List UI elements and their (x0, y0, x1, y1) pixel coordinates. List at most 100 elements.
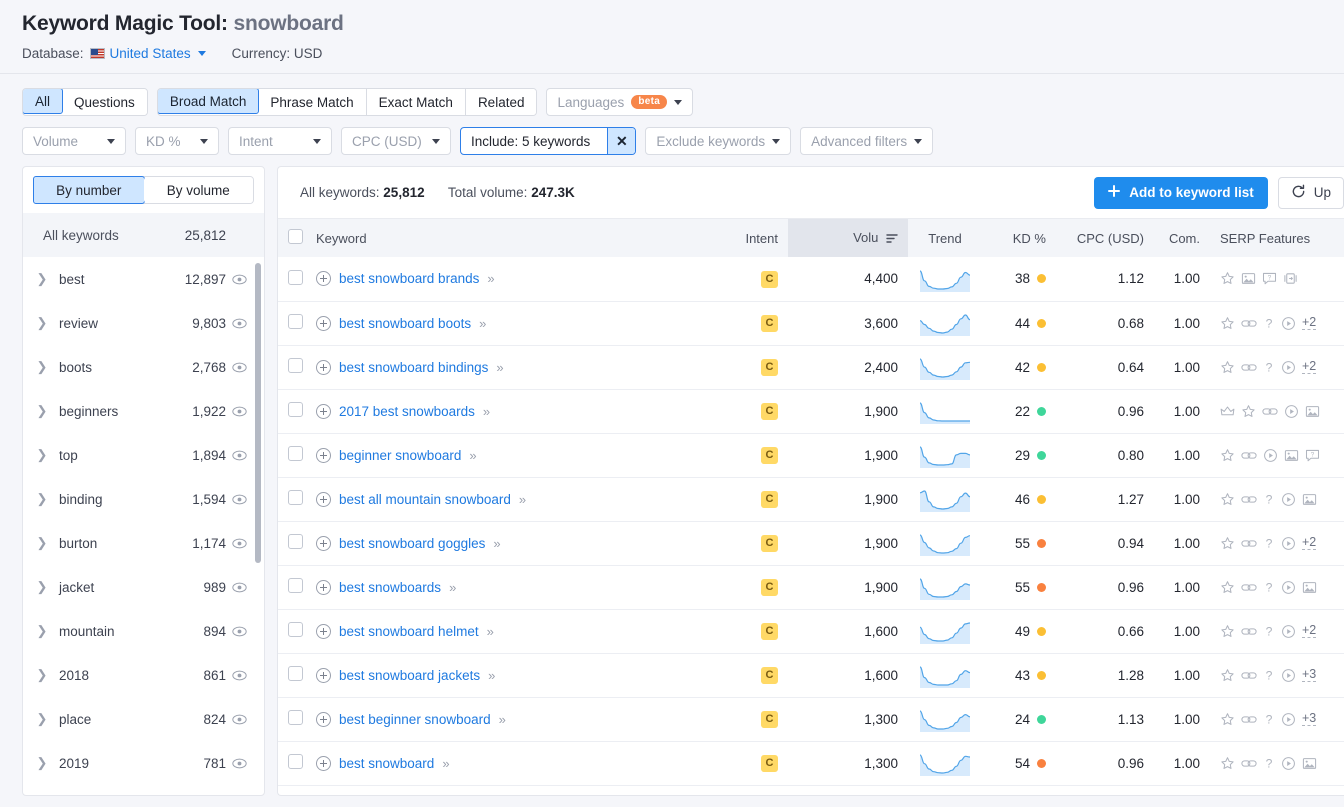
question-icon[interactable]: ? (1263, 360, 1275, 375)
expand-keyword-icon[interactable]: » (442, 756, 448, 771)
expand-keyword-icon[interactable]: » (496, 360, 502, 375)
intent-badge[interactable]: C (761, 711, 778, 728)
eye-icon[interactable] (226, 756, 252, 771)
link-icon[interactable] (1241, 536, 1257, 551)
intent-badge[interactable]: C (761, 491, 778, 508)
star-icon[interactable] (1220, 580, 1235, 595)
add-keyword-icon[interactable] (316, 712, 331, 727)
intent-filter[interactable]: Intent (228, 127, 332, 155)
sidebar-item-jacket[interactable]: ❯jacket989 (23, 565, 264, 609)
expand-keyword-icon[interactable]: » (487, 624, 493, 639)
question-icon[interactable]: ? (1263, 316, 1275, 331)
eye-icon[interactable] (226, 624, 252, 639)
image-icon[interactable] (1284, 448, 1299, 463)
chevron-right-icon[interactable]: ❯ (33, 403, 51, 419)
add-keyword-icon[interactable] (316, 316, 331, 331)
serp-more-link[interactable]: +2 (1302, 360, 1316, 374)
row-checkbox[interactable] (288, 534, 303, 549)
video-icon[interactable] (1281, 624, 1296, 639)
question-icon[interactable]: ? (1263, 712, 1275, 727)
row-checkbox[interactable] (288, 314, 303, 329)
image-icon[interactable] (1302, 492, 1317, 507)
star-icon[interactable] (1220, 712, 1235, 727)
table-row[interactable]: best snowboard»C1,300540.961.00? (278, 741, 1344, 785)
link-icon[interactable] (1241, 624, 1257, 639)
keyword-link[interactable]: best snowboard jackets (339, 668, 480, 683)
chevron-right-icon[interactable]: ❯ (33, 623, 51, 639)
intent-badge[interactable]: C (761, 623, 778, 640)
crown-icon[interactable] (1220, 404, 1235, 419)
question-icon[interactable]: ? (1263, 624, 1275, 639)
eye-icon[interactable] (226, 316, 252, 331)
row-checkbox[interactable] (288, 578, 303, 593)
eye-icon[interactable] (226, 272, 252, 287)
eye-icon[interactable] (226, 360, 252, 375)
video-icon[interactable] (1281, 316, 1296, 331)
sidebar-item-beginners[interactable]: ❯beginners1,922 (23, 389, 264, 433)
sidebar-item-mountain[interactable]: ❯mountain894 (23, 609, 264, 653)
link-icon[interactable] (1241, 448, 1257, 463)
sidebar-item-review[interactable]: ❯review9,803 (23, 301, 264, 345)
table-row[interactable]: best snowboards»C1,900550.961.00? (278, 565, 1344, 609)
add-keyword-icon[interactable] (316, 404, 331, 419)
expand-keyword-icon[interactable]: » (487, 271, 493, 286)
eye-icon[interactable] (226, 712, 252, 727)
add-keyword-icon[interactable] (316, 360, 331, 375)
expand-keyword-icon[interactable]: » (469, 448, 475, 463)
include-keywords-filter[interactable]: Include: 5 keywords ✕ (460, 127, 636, 155)
serp-more-link[interactable]: +3 (1302, 668, 1316, 682)
intent-badge[interactable]: C (761, 403, 778, 420)
video-icon[interactable] (1281, 668, 1296, 683)
column-intent[interactable]: Intent (726, 219, 788, 257)
question-box-icon[interactable]: ? (1262, 271, 1277, 286)
link-icon[interactable] (1241, 492, 1257, 507)
chevron-right-icon[interactable]: ❯ (33, 579, 51, 595)
sidebar-item-all-keywords[interactable]: All keywords 25,812 (23, 213, 264, 257)
link-icon[interactable] (1241, 360, 1257, 375)
eye-icon[interactable] (226, 448, 252, 463)
column-kd[interactable]: KD % (982, 219, 1056, 257)
chevron-right-icon[interactable]: ❯ (33, 667, 51, 683)
star-icon[interactable] (1220, 448, 1235, 463)
video-icon[interactable] (1281, 712, 1296, 727)
row-checkbox[interactable] (288, 446, 303, 461)
intent-badge[interactable]: C (761, 667, 778, 684)
cpc-filter[interactable]: CPC (USD) (341, 127, 451, 155)
link-icon[interactable] (1262, 404, 1278, 419)
star-icon[interactable] (1220, 668, 1235, 683)
question-icon[interactable]: ? (1263, 668, 1275, 683)
sidebar-item-2018[interactable]: ❯2018861 (23, 653, 264, 697)
close-icon[interactable]: ✕ (607, 128, 635, 154)
tab-exact-match[interactable]: Exact Match (367, 89, 466, 115)
video-icon[interactable] (1263, 448, 1278, 463)
chevron-right-icon[interactable]: ❯ (33, 491, 51, 507)
chevron-right-icon[interactable]: ❯ (33, 271, 51, 287)
question-icon[interactable]: ? (1263, 536, 1275, 551)
chevron-right-icon[interactable]: ❯ (33, 359, 51, 375)
sidebar-scrollbar[interactable] (255, 263, 261, 563)
link-icon[interactable] (1241, 668, 1257, 683)
tab-broad-match[interactable]: Broad Match (157, 88, 260, 114)
row-checkbox[interactable] (288, 666, 303, 681)
star-icon[interactable] (1220, 492, 1235, 507)
table-row[interactable]: beginner snowboard»C1,900290.801.00? (278, 433, 1344, 477)
serp-more-link[interactable]: +3 (1302, 712, 1316, 726)
tab-related[interactable]: Related (466, 89, 537, 115)
exclude-keywords-filter[interactable]: Exclude keywords (645, 127, 791, 155)
eye-icon[interactable] (226, 404, 252, 419)
star-icon[interactable] (1220, 271, 1235, 286)
keyword-link[interactable]: best snowboard brands (339, 271, 479, 286)
add-keyword-icon[interactable] (316, 271, 331, 286)
table-row[interactable]: best snowboard jackets»C1,600431.281.00?… (278, 653, 1344, 697)
video-icon[interactable] (1281, 360, 1296, 375)
add-keyword-icon[interactable] (316, 624, 331, 639)
sidebar-item-burton[interactable]: ❯burton1,174 (23, 521, 264, 565)
link-icon[interactable] (1241, 756, 1257, 771)
star-icon[interactable] (1241, 404, 1256, 419)
link-icon[interactable] (1241, 712, 1257, 727)
keyword-link[interactable]: best snowboard helmet (339, 624, 479, 639)
keyword-link[interactable]: 2017 best snowboards (339, 404, 475, 419)
expand-keyword-icon[interactable]: » (493, 536, 499, 551)
carousel-icon[interactable] (1283, 271, 1298, 286)
intent-badge[interactable]: C (761, 579, 778, 596)
